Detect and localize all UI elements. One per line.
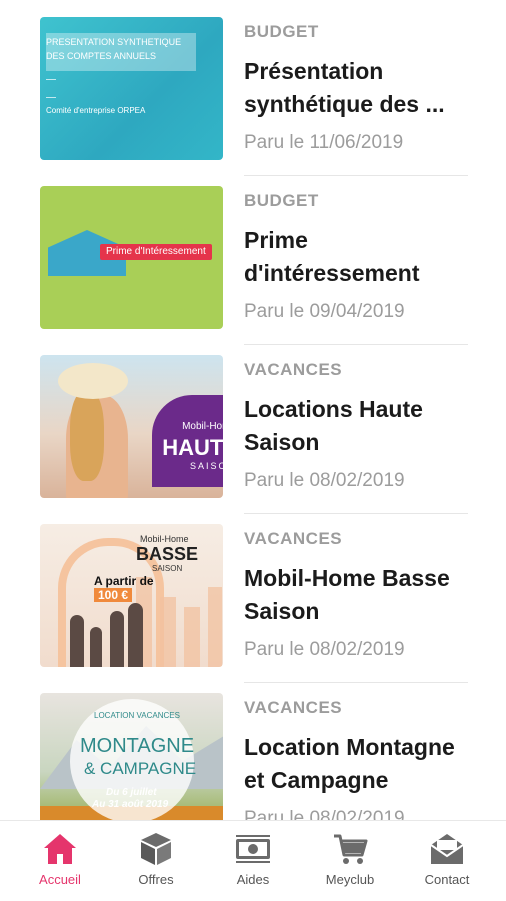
thumbnail-text: SAISON	[189, 461, 223, 471]
article-title[interactable]: Location Montagne et Campagne	[244, 731, 479, 797]
thumbnail-text: DES COMPTES ANNUELS	[46, 51, 157, 61]
thumbnail-text: MONTAGNE	[80, 735, 195, 757]
list-item[interactable]: Mobil-Home HAUTE SAISON VACANCES Locatio…	[0, 355, 506, 524]
family-image	[90, 627, 102, 667]
article-date: Paru le 08/02/2019	[244, 639, 405, 660]
cart-icon	[334, 834, 368, 864]
home-icon	[44, 834, 76, 864]
article-thumbnail[interactable]: PRESENTATION SYNTHETIQUE DES COMPTES ANN…	[40, 17, 223, 160]
article-date: Paru le 08/02/2019	[244, 808, 405, 820]
thumbnail-text: LOCATION VACANCES	[94, 711, 180, 720]
article-list: PRESENTATION SYNTHETIQUE DES COMPTES ANN…	[0, 0, 506, 820]
nav-label: Accueil	[39, 872, 81, 887]
family-image	[70, 615, 84, 667]
article-thumbnail[interactable]: Prime d'Intéressement	[40, 186, 223, 329]
banknote-icon	[236, 835, 270, 863]
article-title[interactable]: Mobil-Home Basse Saison	[244, 562, 479, 628]
thumbnail-text: 100 €	[94, 588, 133, 602]
thumbnail-text: Mobil-Home	[182, 421, 223, 432]
list-item[interactable]: Prime d'Intéressement BUDGET Prime d'int…	[0, 186, 506, 355]
nav-item-meyclub[interactable]: Meyclub	[302, 821, 398, 901]
thumbnail-text: Mobil-Home	[140, 534, 189, 544]
article-category: VACANCES	[244, 360, 343, 379]
decor-bar	[184, 607, 200, 667]
article-title[interactable]: Présentation synthétique des ...	[244, 55, 479, 121]
article-category: BUDGET	[244, 22, 319, 41]
article-title[interactable]: Locations Haute Saison	[244, 393, 479, 459]
hat-image	[58, 363, 128, 399]
family-image	[110, 611, 124, 667]
nav-label: Aides	[236, 872, 270, 887]
thumbnail-badge: Mobil-Home HAUTE SAISON	[152, 395, 223, 487]
list-item[interactable]: LOCATION VACANCES MONTAGNE & CAMPAGNE Du…	[0, 693, 506, 820]
thumbnail-text: Au 31 août 2019	[92, 799, 169, 810]
article-category: BUDGET	[244, 191, 319, 210]
divider	[244, 344, 468, 345]
article-date: Paru le 11/06/2019	[244, 132, 404, 153]
thumbnail-text: Prime d'Intéressement	[100, 244, 212, 260]
thumbnail-text: BASSE	[136, 544, 199, 564]
divider	[244, 513, 468, 514]
thumbnail-text: SAISON	[152, 564, 183, 573]
thumbnail-text: PRESENTATION SYNTHETIQUE	[46, 37, 182, 47]
article-category: VACANCES	[244, 698, 343, 717]
article-title[interactable]: Prime d'intéressement	[244, 224, 479, 290]
article-thumbnail[interactable]: Mobil-Home BASSE SAISON A partir de 100 …	[40, 524, 223, 667]
nav-item-offres[interactable]: Offres	[108, 821, 204, 901]
bottom-navigation: Accueil Offres Aides Meyclub Contact	[0, 820, 506, 901]
thumbnail-text: Du 6 juillet	[106, 787, 157, 798]
nav-label: Meyclub	[325, 872, 375, 887]
nav-item-contact[interactable]: Contact	[399, 821, 495, 901]
thumbnail-text: Comité d'entreprise ORPEA	[46, 106, 146, 115]
divider	[46, 79, 56, 80]
article-date: Paru le 09/04/2019	[244, 301, 405, 322]
divider	[244, 682, 468, 683]
article-category: VACANCES	[244, 529, 343, 548]
envelope-icon	[430, 834, 464, 864]
thumbnail-text: A partir de	[94, 574, 154, 588]
article-date: Paru le 08/02/2019	[244, 470, 405, 491]
divider	[46, 97, 56, 98]
article-thumbnail[interactable]: LOCATION VACANCES MONTAGNE & CAMPAGNE Du…	[40, 693, 223, 820]
decor-bar	[208, 587, 222, 667]
article-thumbnail[interactable]: Mobil-Home HAUTE SAISON	[40, 355, 223, 498]
thumbnail-text: & CAMPAGNE	[84, 759, 197, 778]
nav-item-aides[interactable]: Aides	[205, 821, 301, 901]
nav-label: Offres	[138, 872, 174, 887]
thumbnail-text: HAUTE	[162, 435, 223, 460]
list-item[interactable]: PRESENTATION SYNTHETIQUE DES COMPTES ANN…	[0, 17, 506, 186]
list-item[interactable]: Mobil-Home BASSE SAISON A partir de 100 …	[0, 524, 506, 693]
person-image	[70, 391, 104, 481]
decor-bar	[160, 597, 176, 667]
box-icon	[141, 833, 171, 865]
family-image	[128, 603, 143, 667]
nav-label: Contact	[424, 872, 470, 887]
nav-item-accueil[interactable]: Accueil	[12, 821, 108, 901]
divider	[244, 175, 468, 176]
